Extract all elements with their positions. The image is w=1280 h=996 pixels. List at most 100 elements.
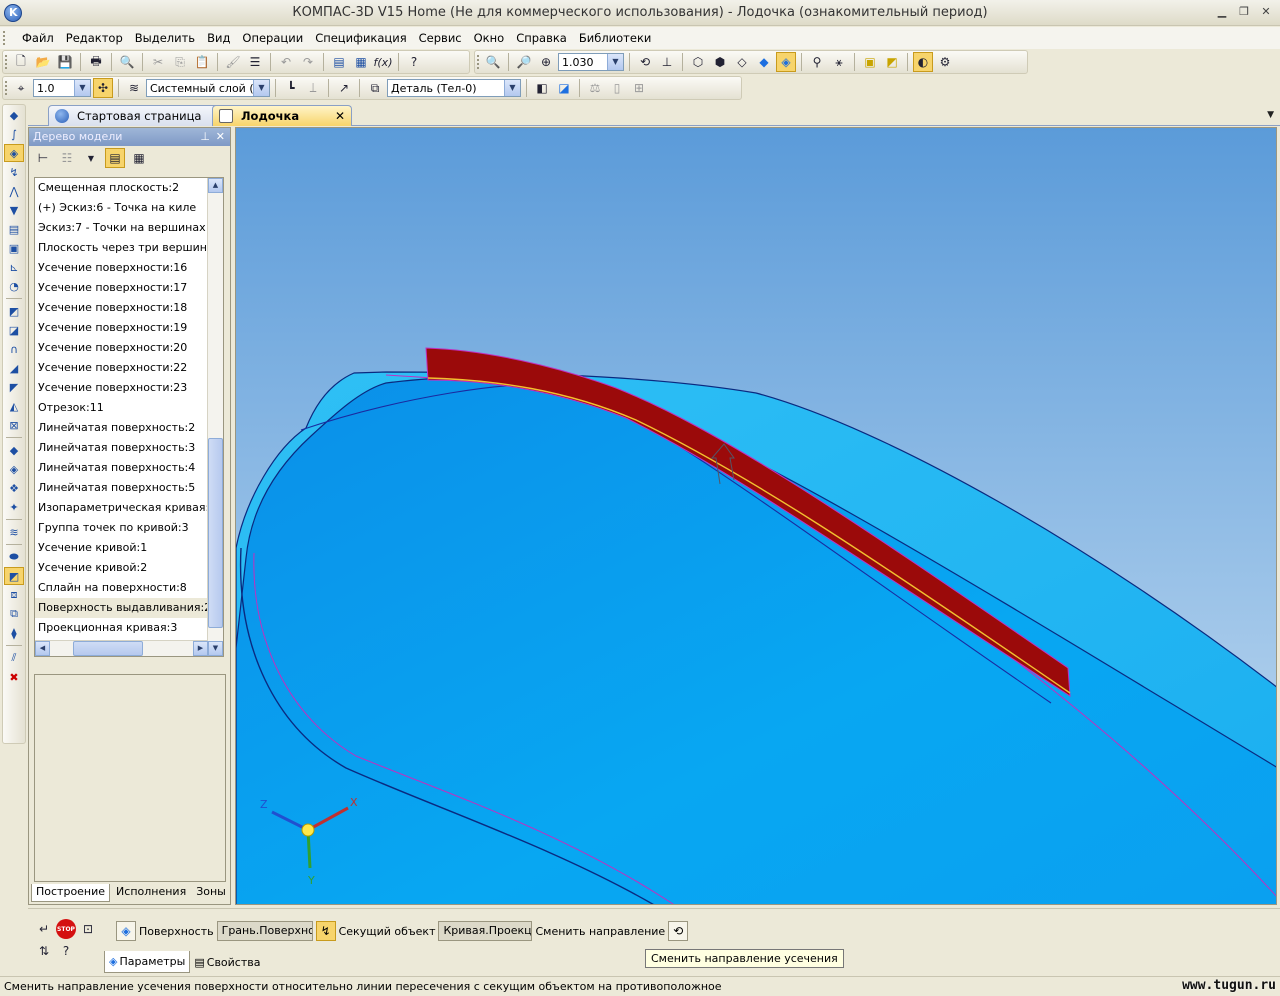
patch-icon[interactable]: ◢ <box>4 359 24 377</box>
tab-parameters[interactable]: ◈ Параметры <box>104 951 191 973</box>
restore-button[interactable]: ❐ <box>1236 5 1252 21</box>
box-icon[interactable]: ▣ <box>860 52 880 72</box>
model-viewport[interactable]: Z X Y <box>235 127 1277 905</box>
tree-item[interactable]: Усечение поверхности:17 <box>35 278 223 298</box>
menu-specification[interactable]: Спецификация <box>309 31 412 45</box>
tab-start-page[interactable]: Стартовая страница <box>48 105 228 126</box>
tree-item[interactable]: Отрезок:11 <box>35 398 223 418</box>
loft-surface-icon[interactable]: ∩ <box>4 340 24 358</box>
color-icon[interactable]: ◪ <box>554 78 574 98</box>
cutter-select-icon[interactable]: ↯ <box>315 921 336 941</box>
chevron-down-icon[interactable]: ▼ <box>504 80 520 96</box>
tree-item[interactable]: Проекционная кривая:3 <box>35 618 223 638</box>
hidden-lines-icon[interactable]: ⬢ <box>710 52 730 72</box>
menu-editor[interactable]: Редактор <box>60 31 129 45</box>
sketch-icon[interactable]: ⋀ <box>4 182 24 200</box>
pin-icon[interactable]: ⊥ <box>200 130 210 143</box>
redo-icon[interactable]: ↷ <box>298 52 318 72</box>
tree-item[interactable]: Изопараметрическая кривая:2 <box>35 498 223 518</box>
scroll-up-icon[interactable]: ▲ <box>208 178 223 193</box>
close-panel-icon[interactable]: ✕ <box>216 130 225 143</box>
thin-lines-icon[interactable]: ◇ <box>732 52 752 72</box>
create-object-icon[interactable]: ↵ <box>34 919 54 939</box>
section-icon[interactable]: ◩ <box>882 52 902 72</box>
scroll-right-icon[interactable]: ▶ <box>193 641 208 656</box>
zoom-combo[interactable]: 1.030 ▼ <box>558 53 624 71</box>
tab-boat[interactable]: Лодочка ✕ <box>212 105 352 126</box>
settings-icon[interactable]: ⚙ <box>935 52 955 72</box>
curve-icon[interactable]: ∫ <box>4 125 24 143</box>
close-window-button[interactable]: ✕ <box>1258 5 1274 21</box>
scroll-thumb[interactable] <box>208 438 223 628</box>
rotation-icon[interactable]: ◔ <box>4 277 24 295</box>
tree-item[interactable]: Поверхность выдавливания:2 <box>35 598 223 618</box>
perspective-icon[interactable]: ◐ <box>913 52 933 72</box>
point-icon[interactable]: ◆ <box>4 441 24 459</box>
tree-item[interactable]: Усечение поверхности:18 <box>35 298 223 318</box>
open-folder-icon[interactable]: 📂 <box>33 52 53 72</box>
step-combo[interactable]: 1.0 ▼ <box>33 79 91 97</box>
save-icon[interactable]: 💾 <box>55 52 75 72</box>
filter-icon[interactable]: ⚲ <box>807 52 827 72</box>
tree-item[interactable]: Линейчатая поверхность:4 <box>35 458 223 478</box>
tree-item[interactable]: Группа точек по кривой:3 <box>35 518 223 538</box>
delete-faces-icon[interactable]: ✖ <box>4 668 24 686</box>
snap-icon[interactable]: ⚹ <box>829 52 849 72</box>
tree-item[interactable]: Усечение поверхности:16 <box>35 258 223 278</box>
orientation-icon[interactable]: ⊥ <box>657 52 677 72</box>
menu-file[interactable]: Файл <box>16 31 60 45</box>
trim-surface-icon[interactable]: ◩ <box>4 567 24 585</box>
undo-icon[interactable]: ↶ <box>276 52 296 72</box>
snap-points-icon[interactable]: ✣ <box>93 78 113 98</box>
tree-item[interactable]: Эскиз:7 - Точки на вершинах бортов <box>35 218 223 238</box>
orientation-axes-icon[interactable]: ↗ <box>334 78 354 98</box>
surfaces-icon[interactable]: ◈ <box>4 144 24 162</box>
geometry-icon[interactable]: ◆ <box>4 106 24 124</box>
tree-item[interactable]: Смещенная плоскость:2 <box>35 178 223 198</box>
tab-zones[interactable]: Зоны <box>192 884 230 902</box>
manager-icon[interactable]: ▤ <box>329 52 349 72</box>
libraries-icon[interactable]: ▦ <box>351 52 371 72</box>
menu-grip[interactable] <box>3 31 7 45</box>
tabs-dropdown-icon[interactable]: ▼ <box>1267 110 1274 120</box>
tree-item[interactable]: Линейчатая поверхность:3 <box>35 438 223 458</box>
split-icon[interactable]: ⧈ <box>4 586 24 604</box>
filter-tool-icon[interactable]: ▼ <box>4 201 24 219</box>
print-icon[interactable]: 🖶 <box>86 52 106 72</box>
scroll-left-icon[interactable]: ◀ <box>35 641 50 656</box>
offset-surface-icon[interactable]: ◭ <box>4 397 24 415</box>
switch-icon[interactable]: ⇅ <box>34 941 54 961</box>
layers-icon[interactable]: ≋ <box>124 78 144 98</box>
extrude-surface-icon[interactable]: ◩ <box>4 302 24 320</box>
tree-item[interactable]: Линейчатая поверхность:2 <box>35 418 223 438</box>
tree-vertical-scrollbar[interactable]: ▲ ▼ <box>207 178 223 656</box>
format-brush-icon[interactable]: 🖌 <box>223 52 243 72</box>
variables-icon[interactable]: f(x) <box>373 52 393 72</box>
tree-list-icon[interactable]: ☷ <box>57 148 77 168</box>
zoom-all-icon[interactable]: 🔎 <box>514 52 534 72</box>
sew-icon[interactable]: ≋ <box>4 523 24 541</box>
paste-icon[interactable]: 📋 <box>192 52 212 72</box>
ruled-surface-icon[interactable]: ◤ <box>4 378 24 396</box>
dimension-icon[interactable]: ⊞ <box>629 78 649 98</box>
measure-icon[interactable]: ⚖ <box>585 78 605 98</box>
frame-icon[interactable]: ▣ <box>4 239 24 257</box>
tree-item[interactable]: Усечение поверхности:23 <box>35 378 223 398</box>
zoom-dynamic-icon[interactable]: ⊕ <box>536 52 556 72</box>
preview-icon[interactable]: 🔍 <box>117 52 137 72</box>
grid-step-icon[interactable]: ⌖ <box>11 78 31 98</box>
help-cursor-icon[interactable]: ? <box>404 52 424 72</box>
cut-icon[interactable]: ✂ <box>148 52 168 72</box>
tree-item[interactable]: (+) Эскиз:6 - Точка на киле <box>35 198 223 218</box>
measure-tool-icon[interactable]: ⊾ <box>4 258 24 276</box>
mass-icon[interactable]: ▯ <box>607 78 627 98</box>
star-point-icon[interactable]: ✦ <box>4 498 24 516</box>
extend-icon[interactable]: ⬬ <box>4 548 24 566</box>
tree-item[interactable]: Плоскость через три вершины:2 <box>35 238 223 258</box>
zoom-window-icon[interactable]: 🔍 <box>483 52 503 72</box>
restore-surface-icon[interactable]: ⧫ <box>4 624 24 642</box>
tree-item[interactable]: Усечение поверхности:22 <box>35 358 223 378</box>
scroll-thumb[interactable] <box>73 641 143 656</box>
mesh-icon[interactable]: ❖ <box>4 479 24 497</box>
surface-field[interactable]: Грань.Поверхнос <box>216 921 313 941</box>
